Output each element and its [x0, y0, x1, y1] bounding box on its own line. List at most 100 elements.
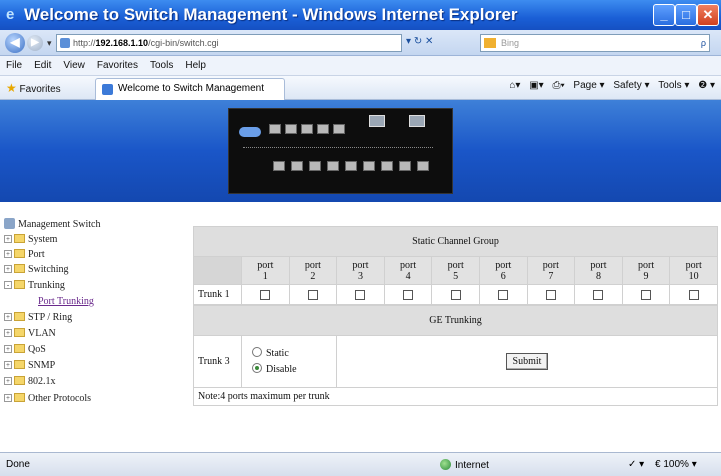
port-header: port 6 [478, 256, 528, 285]
port-3-checkbox[interactable] [355, 289, 366, 300]
favorites-button[interactable]: ★ Favorites [6, 81, 61, 95]
submit-cell: Submit [336, 335, 718, 388]
tree-label: System [28, 234, 58, 245]
disable-label: Disable [266, 363, 297, 375]
search-go-icon[interactable]: ρ [701, 35, 706, 51]
zoom-button[interactable]: € 100% ▾ [655, 459, 697, 470]
forward-button[interactable]: ▶ [27, 35, 43, 51]
address-field[interactable]: http://192.168.1.10/cgi-bin/switch.cgi [56, 34, 402, 52]
tab-title: Welcome to Switch Management [118, 83, 264, 94]
tree-item-stp-ring[interactable]: + STP / Ring [4, 311, 72, 325]
minimize-button[interactable]: _ [653, 4, 675, 26]
menu-edit[interactable]: Edit [28, 56, 57, 76]
rj45-port-icon [301, 124, 313, 134]
menu-tools[interactable]: Tools [144, 56, 179, 76]
tree-item-vlan[interactable]: + VLAN [4, 327, 56, 341]
expand-icon[interactable]: + [4, 265, 12, 273]
refresh-button[interactable]: ↻ [414, 36, 422, 47]
tree-root[interactable]: Management Switch [4, 218, 100, 232]
rj45-port-icon [291, 161, 303, 171]
submit-button[interactable]: Submit [505, 353, 549, 370]
bing-icon [484, 38, 496, 48]
rj45-port-icon [285, 124, 297, 134]
cmd-safety[interactable]: Safety ▾ [613, 80, 649, 91]
computer-icon [4, 218, 15, 229]
close-button[interactable]: ✕ [697, 4, 719, 26]
disable-option[interactable]: Disable [242, 362, 336, 378]
browser-tab[interactable]: Welcome to Switch Management [95, 78, 285, 100]
expand-icon[interactable]: + [4, 345, 12, 353]
expand-icon[interactable]: + [4, 250, 12, 258]
port-1-checkbox[interactable] [260, 289, 271, 300]
port-5-checkbox[interactable] [450, 289, 461, 300]
expand-icon[interactable]: + [4, 394, 12, 402]
status-bar: Done Internet ✓ ▾ € 100% ▾ [0, 452, 721, 476]
tree-item-switching[interactable]: + Switching [4, 263, 69, 277]
favorites-star-icon: ★ [6, 81, 17, 95]
folder-icon [14, 312, 25, 321]
port-number: 10 [688, 270, 699, 282]
ge-trunking-title: GE Trunking [193, 305, 718, 336]
tree-label: VLAN [28, 328, 56, 339]
port-header: port 5 [431, 256, 480, 285]
tree-link-port-trunking[interactable]: Port Trunking [38, 295, 94, 309]
back-button[interactable]: ◀ [5, 33, 25, 53]
port-header-row: port 1 port 2 port 3 port 4 port 5 port 6 port… [193, 256, 718, 285]
disable-radio[interactable] [252, 362, 262, 373]
stop-button[interactable]: ✕ [425, 36, 433, 47]
folder-icon [14, 264, 25, 273]
note-text: Note:4 ports maximum per trunk [193, 387, 718, 406]
port-number: 4 [405, 270, 411, 282]
port-word: port [637, 259, 655, 271]
port-cell [478, 284, 528, 305]
static-radio[interactable] [252, 346, 262, 357]
tree-item-system[interactable]: + System [4, 233, 57, 247]
menu-view[interactable]: View [57, 56, 91, 76]
cmd-tools[interactable]: Tools ▾ [658, 80, 689, 91]
tree-item-other-protocols[interactable]: + Other Protocols [4, 392, 91, 406]
port-8-checkbox[interactable] [593, 289, 604, 300]
rj45-port-icon [333, 124, 345, 134]
port-10-checkbox[interactable] [688, 289, 699, 300]
print-icon[interactable]: ⎙▾ [552, 80, 564, 91]
search-box[interactable]: Bing ρ [480, 34, 710, 52]
port-number: 7 [548, 270, 554, 282]
menu-file[interactable]: File [0, 56, 28, 76]
url-path: /cgi-bin/switch.cgi [148, 38, 219, 48]
expand-icon[interactable]: + [4, 329, 12, 337]
protected-mode-button[interactable]: ✓ ▾ [628, 459, 644, 470]
address-dropdown-icon[interactable]: ▾ [406, 36, 411, 47]
expand-icon[interactable]: + [4, 377, 12, 385]
port-9-checkbox[interactable] [641, 289, 652, 300]
menu-help[interactable]: Help [179, 56, 212, 76]
expand-icon[interactable]: + [4, 235, 12, 243]
history-dropdown-icon[interactable]: ▾ [47, 38, 52, 49]
port-7-checkbox[interactable] [545, 289, 556, 300]
expand-icon[interactable]: + [4, 361, 12, 369]
favorites-bar: ★ Favorites Welcome to Switch Management… [0, 76, 721, 100]
static-label: Static [266, 347, 289, 359]
collapse-icon[interactable]: - [4, 281, 12, 289]
maximize-button[interactable]: □ [675, 4, 697, 26]
port-header: port 10 [669, 256, 718, 285]
port-6-checkbox[interactable] [498, 289, 509, 300]
port-number: 8 [595, 270, 601, 282]
tree-item-trunking[interactable]: - Trunking [4, 279, 65, 293]
expand-icon[interactable]: + [4, 313, 12, 321]
port-4-checkbox[interactable] [403, 289, 414, 300]
tree-item-qos[interactable]: + QoS [4, 343, 46, 357]
feeds-icon[interactable]: ▣▾ [529, 80, 543, 91]
folder-icon [14, 360, 25, 369]
tree-item-snmp[interactable]: + SNMP [4, 359, 55, 373]
menu-favorites[interactable]: Favorites [91, 56, 144, 76]
static-option[interactable]: Static [242, 346, 336, 362]
port-2-checkbox[interactable] [307, 289, 318, 300]
search-placeholder: Bing [501, 38, 520, 48]
port-number: 2 [310, 270, 316, 282]
cmd-help[interactable]: ❷ ▾ [698, 80, 715, 91]
tree-item-8021x[interactable]: +802.1x [4, 375, 56, 389]
cmd-page[interactable]: Page ▾ [573, 80, 604, 91]
tree-item-port[interactable]: + Port [4, 248, 45, 262]
url-host: 192.168.1.10 [95, 38, 149, 48]
home-icon[interactable]: ⌂▾ [509, 80, 520, 91]
